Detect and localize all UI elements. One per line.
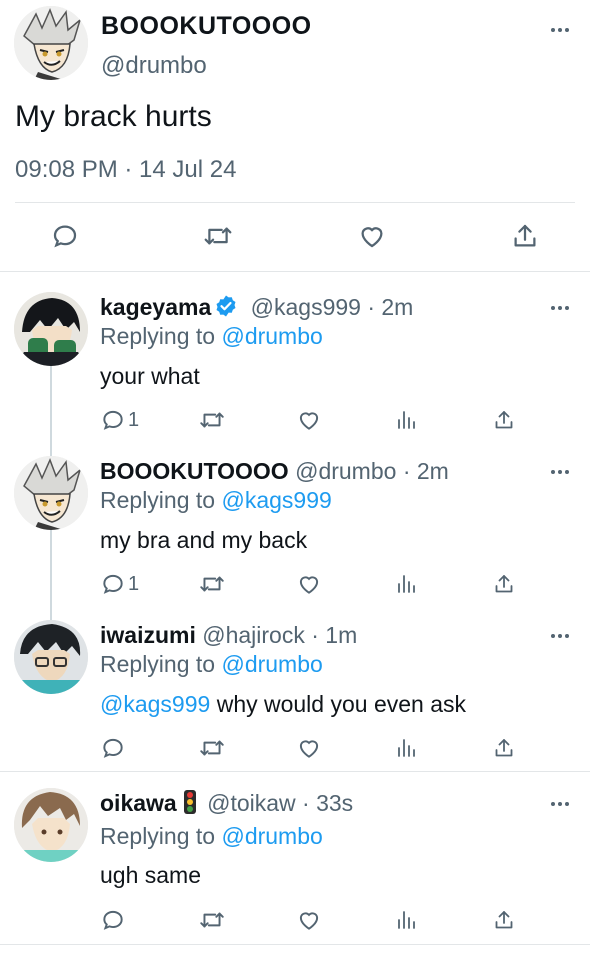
reply-tweet: iwaizumi @hajirock · 1m Replying to @dru… [0, 618, 590, 768]
mention-link[interactable]: @kags999 [100, 691, 210, 717]
avatar[interactable] [14, 292, 88, 366]
more-options-icon[interactable] [548, 300, 572, 316]
avatar[interactable] [14, 788, 88, 862]
more-options-icon[interactable] [548, 628, 572, 644]
analytics-icon[interactable] [394, 905, 418, 935]
reply-actions [100, 905, 520, 935]
reply-text: why would you even ask [210, 691, 467, 717]
author-name[interactable]: iwaizumi [100, 622, 196, 648]
retweet-icon[interactable] [198, 569, 226, 599]
reply-actions [100, 733, 520, 763]
reply-count: 1 [128, 572, 140, 595]
replying-to-link[interactable]: @drumbo [221, 651, 322, 677]
reply-text: your what [100, 363, 200, 389]
replying-to-link[interactable]: @drumbo [221, 823, 322, 849]
reply-icon[interactable] [100, 905, 126, 935]
avatar[interactable] [14, 620, 88, 694]
tweet-text: My brack hurts [15, 100, 212, 133]
tweet-actions [0, 218, 590, 258]
verified-badge-icon [214, 294, 238, 324]
reply-count: 1 [128, 408, 140, 431]
avatar[interactable] [14, 456, 88, 530]
author-name[interactable]: BOOOKUTOOOO [101, 12, 312, 41]
reply-tweet: oikawa @toikaw · 33s Replying to @drumbo… [0, 786, 590, 946]
more-options-icon[interactable] [548, 796, 572, 812]
replying-to-link[interactable]: @drumbo [221, 323, 322, 349]
reply-time: · 33s [302, 790, 354, 816]
reply-actions: 1 [100, 405, 520, 435]
reply-time: · 2m [402, 458, 449, 484]
reply-time: · 1m [311, 622, 358, 648]
divider [0, 944, 590, 945]
replying-label: Replying to [100, 323, 216, 349]
share-icon[interactable] [492, 569, 516, 599]
author-handle[interactable]: @drumbo [295, 458, 396, 484]
reply-icon[interactable]: 1 [100, 569, 139, 599]
like-icon[interactable] [354, 218, 390, 254]
reply-icon[interactable] [47, 218, 83, 254]
share-icon[interactable] [492, 405, 516, 435]
retweet-icon[interactable] [198, 733, 226, 763]
reply-text: ugh same [100, 862, 202, 888]
author-handle[interactable]: @toikaw [207, 790, 296, 816]
author-name[interactable]: oikawa [100, 790, 177, 816]
share-icon[interactable] [507, 218, 543, 254]
author-handle[interactable]: @kags999 [251, 294, 361, 320]
tweet-timestamp: 09:08 PM · 14 Jul 24 [15, 156, 237, 183]
replying-to-link[interactable]: @kags999 [221, 487, 331, 513]
retweet-icon[interactable] [200, 218, 236, 254]
reply-tweet: kageyama @kags999 · 2m Replying to @drum… [0, 290, 590, 440]
avatar[interactable] [14, 6, 88, 80]
retweet-icon[interactable] [198, 905, 226, 935]
replying-label: Replying to [100, 651, 216, 677]
main-tweet: BOOOKUTOOOO @drumbo My brack hurts 09:08… [0, 0, 590, 272]
divider [0, 271, 590, 272]
author-name[interactable]: kageyama [100, 294, 211, 320]
more-options-icon[interactable] [548, 20, 572, 40]
like-icon[interactable] [296, 733, 322, 763]
reply-text: my bra and my back [100, 527, 308, 553]
retweet-icon[interactable] [198, 405, 226, 435]
reply-actions: 1 [100, 569, 520, 599]
divider [0, 771, 590, 772]
like-icon[interactable] [296, 569, 322, 599]
replying-label: Replying to [100, 487, 216, 513]
reply-tweet: BOOOKUTOOOO @drumbo · 2m Replying to @ka… [0, 454, 590, 604]
replying-label: Replying to [100, 823, 216, 849]
reply-icon[interactable] [100, 733, 126, 763]
like-icon[interactable] [296, 405, 322, 435]
reply-icon[interactable]: 1 [100, 405, 139, 435]
more-options-icon[interactable] [548, 464, 572, 480]
traffic-light-icon [183, 790, 197, 820]
analytics-icon[interactable] [394, 733, 418, 763]
analytics-icon[interactable] [394, 405, 418, 435]
author-handle[interactable]: @hajirock [202, 622, 305, 648]
share-icon[interactable] [492, 905, 516, 935]
like-icon[interactable] [296, 905, 322, 935]
analytics-icon[interactable] [394, 569, 418, 599]
share-icon[interactable] [492, 733, 516, 763]
divider [15, 202, 575, 203]
reply-time: · 2m [367, 294, 414, 320]
author-name[interactable]: BOOOKUTOOOO [100, 458, 289, 484]
author-handle[interactable]: @drumbo [101, 52, 207, 80]
